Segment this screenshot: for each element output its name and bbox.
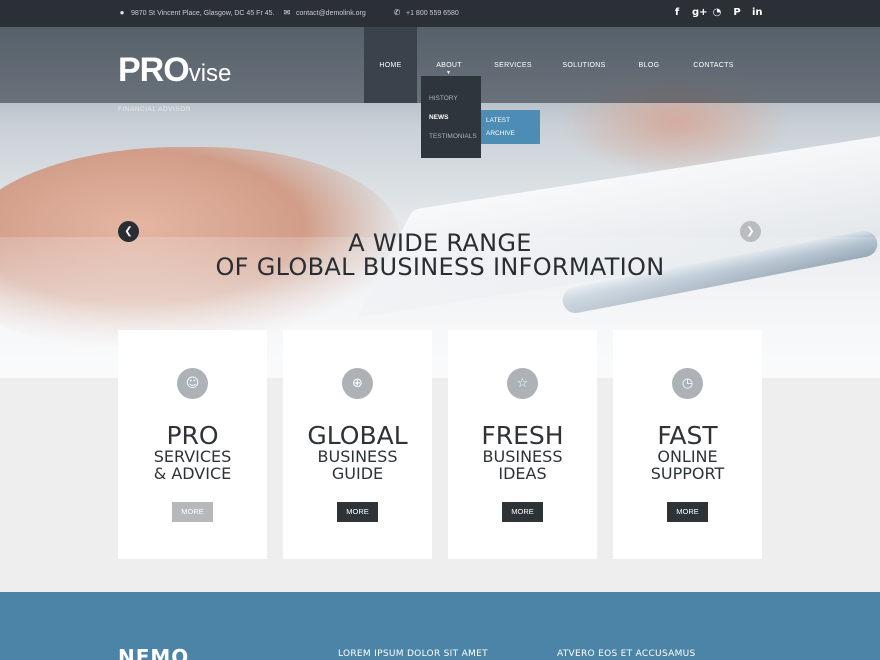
card-subtitle-line2: SUPPORT: [650, 464, 725, 483]
band-heading: NEMO: [118, 645, 190, 660]
card-title: GLOBAL: [307, 421, 408, 450]
site-logo[interactable]: PROvise FINANCIAL ADVISOR: [118, 51, 232, 113]
about-dropdown: HISTORY NEWS TESTIMONIALS: [421, 76, 481, 158]
nav-item-home[interactable]: HOME: [364, 27, 417, 103]
nav-label-solutions: SOLUTIONS: [562, 61, 606, 69]
card-subtitle-line1: SERVICES: [153, 447, 232, 466]
top-info-bar: ● 9870 St Vincent Place, Glasgow, DC 45 …: [0, 0, 880, 27]
nav-label-blog: BLOG: [638, 61, 660, 69]
nav-item-blog[interactable]: BLOG: [623, 27, 675, 103]
map-pin-icon: ●: [119, 8, 125, 17]
envelope-icon: ✉: [283, 8, 291, 17]
email-info[interactable]: ✉ contact@demolink.org: [283, 9, 366, 17]
star-icon: ☆: [507, 368, 538, 399]
feature-card-fast: ◷ FAST ONLINE SUPPORT MORE: [613, 330, 762, 559]
chevron-left-icon: ❮: [124, 226, 133, 237]
email-link[interactable]: contact@demolink.org: [296, 10, 366, 17]
dropdown-item-history[interactable]: HISTORY: [421, 89, 481, 108]
chevron-right-icon: ❯: [746, 226, 755, 237]
nav-item-contacts[interactable]: CONTACTS: [675, 27, 752, 103]
social-links: f g+ ◔ P in: [672, 6, 763, 20]
nav-item-solutions[interactable]: SOLUTIONS: [545, 27, 623, 103]
address-text: 9870 St Vincent Place, Glasgow, DC 45 Fr…: [131, 9, 275, 17]
footer-band: NEMO LOREM IPSUM DOLOR SIT AMET ATVERO E…: [0, 592, 880, 660]
card-subtitle-line2: GUIDE: [331, 464, 384, 483]
rss-icon[interactable]: ◔: [712, 6, 722, 20]
dropdown-item-testimonials[interactable]: TESTIMONIALS: [421, 127, 481, 146]
globe-icon: ⊕: [342, 368, 373, 399]
card-subtitle: SERVICES & ADVICE: [118, 448, 267, 482]
google-plus-icon[interactable]: g+: [692, 6, 708, 20]
subdropdown-item-latest[interactable]: LATEST: [481, 114, 540, 127]
clock-icon: ◷: [672, 368, 703, 399]
dropdown-item-news[interactable]: NEWS: [421, 108, 481, 127]
feature-card-fresh: ☆ FRESH BUSINESS IDEAS MORE: [448, 330, 597, 559]
card-title: PRO: [166, 421, 219, 450]
feature-card-pro: ☺ PRO SERVICES & ADVICE MORE: [118, 330, 267, 559]
band-column-heading-2: LOREM IPSUM DOLOR SIT AMET: [338, 649, 488, 659]
facebook-icon[interactable]: f: [672, 6, 682, 20]
phone-text: +1 800 559 6580: [406, 9, 459, 17]
card-subtitle-line1: BUSINESS: [317, 447, 398, 466]
logo-vise: vise: [188, 60, 232, 87]
band-column-heading-3: ATVERO EOS ET ACCUSAMUS: [557, 649, 696, 659]
nav-item-services[interactable]: SERVICES: [481, 27, 545, 103]
logo-tagline: FINANCIAL ADVISOR: [118, 106, 191, 113]
slider-prev-button[interactable]: ❮: [118, 221, 139, 242]
card-subtitle-line2: & ADVICE: [153, 464, 232, 483]
card-subtitle: ONLINE SUPPORT: [613, 448, 762, 482]
logo-pro: PRO: [118, 51, 190, 89]
more-button[interactable]: MORE: [502, 502, 543, 522]
card-subtitle: BUSINESS IDEAS: [448, 448, 597, 482]
card-subtitle-line1: ONLINE: [657, 447, 718, 466]
more-button[interactable]: MORE: [172, 502, 213, 522]
phone-info: ✆ +1 800 559 6580: [393, 9, 459, 17]
more-button[interactable]: MORE: [667, 502, 708, 522]
card-title: FRESH: [481, 421, 564, 450]
nav-label-services: SERVICES: [494, 61, 532, 69]
card-subtitle-line2: IDEAS: [498, 464, 547, 483]
phone-icon: ✆: [393, 8, 401, 17]
pinterest-icon[interactable]: P: [732, 6, 742, 20]
nav-label-home: HOME: [379, 61, 402, 69]
news-subdropdown: LATEST ARCHIVE: [481, 110, 540, 144]
address-info: ● 9870 St Vincent Place, Glasgow, DC 45 …: [118, 8, 275, 17]
more-button[interactable]: MORE: [337, 502, 378, 522]
slider-headline-line2: OF GLOBAL BUSINESS INFORMATION: [215, 253, 665, 281]
feature-card-global: ⊕ GLOBAL BUSINESS GUIDE MORE: [283, 330, 432, 559]
user-icon: ☺: [177, 368, 208, 399]
card-subtitle-line1: BUSINESS: [482, 447, 563, 466]
subdropdown-item-archive[interactable]: ARCHIVE: [481, 127, 540, 140]
nav-label-about: ABOUT: [436, 61, 462, 69]
nav-label-contacts: CONTACTS: [693, 61, 734, 69]
card-subtitle: BUSINESS GUIDE: [283, 448, 432, 482]
slider-next-button[interactable]: ❯: [740, 221, 761, 242]
card-title: FAST: [657, 421, 718, 450]
linkedin-icon[interactable]: in: [752, 6, 763, 20]
